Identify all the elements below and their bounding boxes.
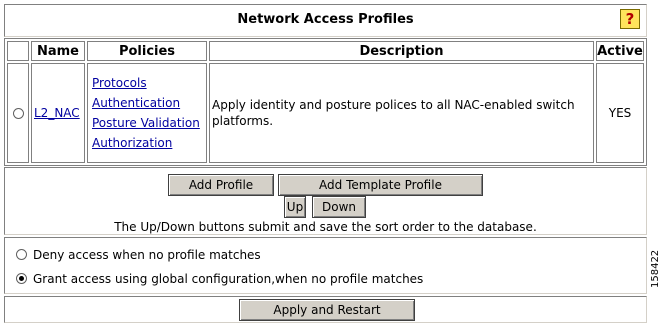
profile-controls: Add Profile Add Template Profile Up Down… [4,167,647,235]
profile-name-cell: L2_NAC [31,63,85,163]
page-frame: Network Access Profiles ? Name Policies … [4,4,647,323]
grant-access-option[interactable]: Grant access using global configuration,… [16,272,423,286]
policy-link-protocols[interactable]: Protocols [92,76,206,90]
sort-order-hint: The Up/Down buttons submit and save the … [114,220,537,234]
add-template-profile-button[interactable]: Add Template Profile [278,174,483,196]
row-select-radio[interactable] [12,108,24,119]
page-title: Network Access Profiles [237,12,414,27]
no-match-options: Deny access when no profile matches Gran… [4,237,647,294]
policy-link-authentication[interactable]: Authentication [92,96,206,110]
profile-description: Apply identity and posture polices to al… [212,98,575,128]
deny-access-option[interactable]: Deny access when no profile matches [16,248,261,262]
column-header-name: Name [31,41,85,61]
grant-access-radio[interactable] [16,273,27,284]
title-bar: Network Access Profiles ? [4,4,647,37]
figure-code: 158422 [650,249,661,288]
grant-access-label: Grant access using global configuration,… [33,272,424,286]
active-status: YES [596,63,644,163]
add-profile-button[interactable]: Add Profile [168,174,274,196]
column-header-select [7,41,29,61]
down-button[interactable]: Down [312,196,366,218]
help-icon[interactable]: ? [620,9,640,29]
description-cell: Apply identity and posture polices to al… [209,63,594,163]
column-header-description: Description [209,41,594,61]
deny-access-radio[interactable] [16,249,27,260]
column-header-policies: Policies [87,41,207,61]
profiles-table: Name Policies Description Active L2_NAC … [4,38,647,166]
policies-cell: Protocols Authentication Posture Validat… [87,63,207,163]
profile-name-link[interactable]: L2_NAC [34,106,80,120]
policy-link-posture-validation[interactable]: Posture Validation [92,116,206,130]
table-header-row: Name Policies Description Active [7,41,644,61]
row-select-cell [7,63,29,163]
column-header-active: Active [596,41,644,61]
up-button[interactable]: Up [284,196,306,218]
apply-section: Apply and Restart [4,296,647,323]
apply-and-restart-button[interactable]: Apply and Restart [239,299,415,321]
deny-access-label: Deny access when no profile matches [33,248,261,262]
policy-link-authorization[interactable]: Authorization [92,136,206,150]
table-row: L2_NAC Protocols Authentication Posture … [7,63,644,163]
